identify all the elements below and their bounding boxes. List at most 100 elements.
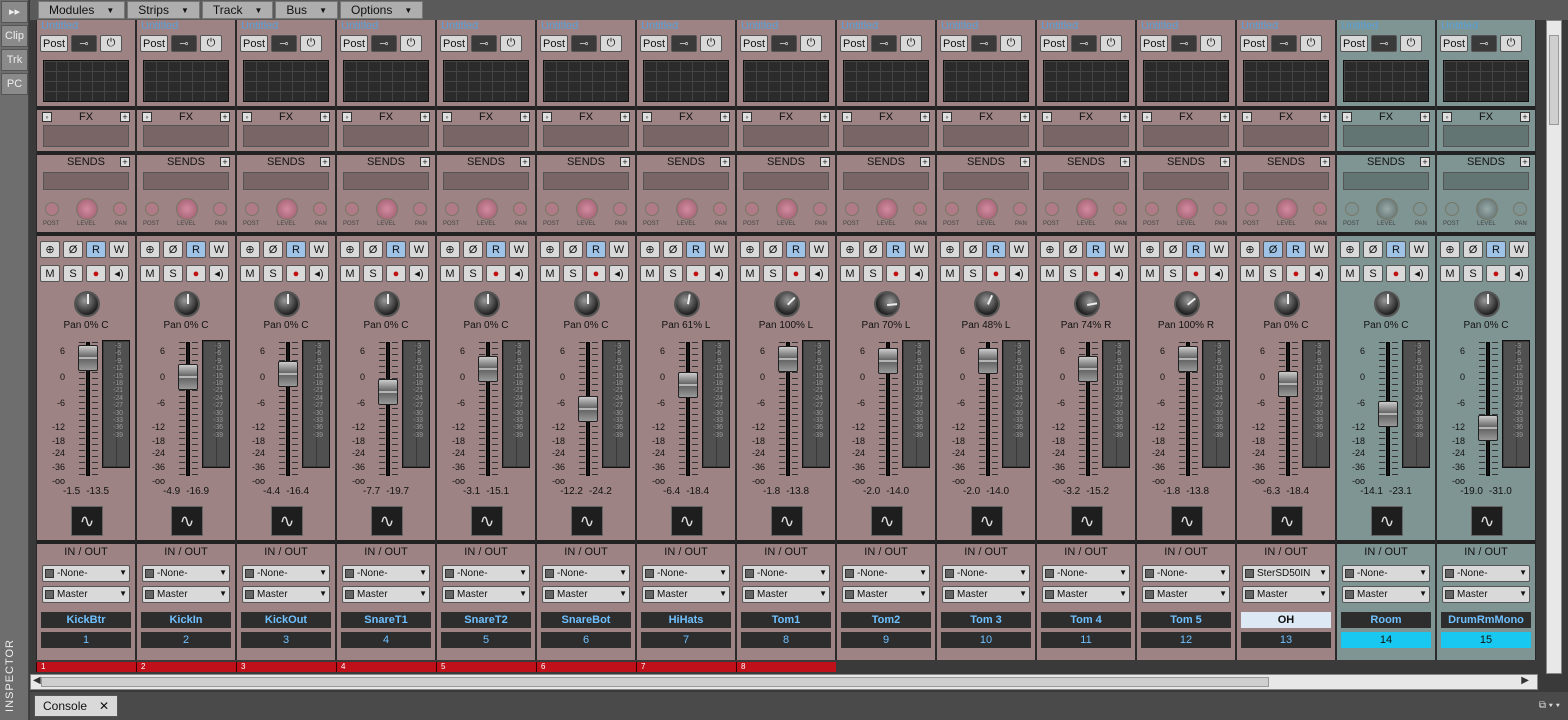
send-slot[interactable]	[143, 172, 229, 190]
record-arm-icon[interactable]: ●	[886, 265, 906, 282]
send-level-knob[interactable]	[776, 198, 798, 220]
write-button[interactable]: W	[1409, 241, 1429, 258]
record-arm-icon[interactable]: ●	[1386, 265, 1406, 282]
post-button[interactable]: Post	[740, 35, 768, 52]
record-arm-icon[interactable]: ●	[86, 265, 106, 282]
send-level-knob[interactable]	[876, 198, 898, 220]
output-select[interactable]: Master ▼	[742, 586, 830, 603]
eq-display[interactable]	[243, 60, 329, 102]
send-pan-knob[interactable]	[413, 202, 427, 216]
post-button[interactable]: Post	[1440, 35, 1468, 52]
waveform-icon[interactable]: ∿	[971, 506, 1003, 536]
output-select[interactable]: Master ▼	[542, 586, 630, 603]
record-region[interactable]: 5	[436, 662, 536, 672]
read-button[interactable]: R	[286, 241, 306, 258]
input-echo-icon[interactable]: ◂)	[909, 265, 929, 282]
phase-button[interactable]: Ø	[1263, 241, 1283, 258]
track-name[interactable]: KickOut	[241, 612, 331, 628]
solo-button[interactable]: S	[263, 265, 283, 282]
power-icon[interactable]: ⏻	[300, 35, 322, 52]
phase-button[interactable]: Ø	[63, 241, 83, 258]
input-echo-icon[interactable]: ◂)	[1309, 265, 1329, 282]
fx-power-icon[interactable]: ◦	[442, 112, 452, 122]
fx-add-icon[interactable]: +	[720, 112, 730, 122]
solo-button[interactable]: S	[163, 265, 183, 282]
input-echo-icon[interactable]: ◂)	[809, 265, 829, 282]
fx-bin[interactable]	[543, 125, 629, 147]
fx-bin[interactable]	[643, 125, 729, 147]
volume-fader[interactable]	[578, 396, 598, 422]
record-region[interactable]: 7	[636, 662, 736, 672]
volume-fader[interactable]	[78, 345, 98, 372]
track-number[interactable]: 7	[641, 632, 731, 648]
sends-add-icon[interactable]: +	[220, 157, 230, 167]
volume-fader[interactable]	[1478, 414, 1498, 441]
solo-button[interactable]: S	[763, 265, 783, 282]
power-icon[interactable]: ⏻	[800, 35, 822, 52]
input-echo-icon[interactable]: ◂)	[1009, 265, 1029, 282]
send-slot[interactable]	[943, 172, 1029, 190]
interleave-icon[interactable]: ⊕	[240, 241, 260, 258]
link-icon[interactable]: ⊸	[1471, 35, 1497, 52]
input-echo-icon[interactable]: ◂)	[109, 265, 129, 282]
menu-track[interactable]: Track ▼	[201, 1, 274, 19]
fx-bin[interactable]	[443, 125, 529, 147]
track-number[interactable]: 11	[1041, 632, 1131, 648]
track-name[interactable]: Tom 4	[1041, 612, 1131, 628]
record-arm-icon[interactable]: ●	[486, 265, 506, 282]
fx-add-icon[interactable]: +	[1020, 112, 1030, 122]
waveform-icon[interactable]: ∿	[171, 506, 203, 536]
fx-bin[interactable]	[743, 125, 829, 147]
fx-bin[interactable]	[43, 125, 129, 147]
send-post-knob[interactable]	[445, 202, 459, 216]
eq-display[interactable]	[1443, 60, 1529, 102]
mute-button[interactable]: M	[1340, 265, 1360, 282]
send-slot[interactable]	[843, 172, 929, 190]
send-slot[interactable]	[1043, 172, 1129, 190]
window-controls-icon[interactable]: ⧉ ▾ ▾	[1539, 700, 1560, 711]
send-pan-knob[interactable]	[213, 202, 227, 216]
send-post-knob[interactable]	[645, 202, 659, 216]
phase-button[interactable]: Ø	[1363, 241, 1383, 258]
input-select[interactable]: -None- ▼	[942, 565, 1030, 582]
interleave-icon[interactable]: ⊕	[740, 241, 760, 258]
write-button[interactable]: W	[409, 241, 429, 258]
fx-bin[interactable]	[1443, 125, 1529, 147]
post-button[interactable]: Post	[540, 35, 568, 52]
send-post-knob[interactable]	[1245, 202, 1259, 216]
waveform-icon[interactable]: ∿	[1471, 506, 1503, 536]
power-icon[interactable]: ⏻	[1200, 35, 1222, 52]
input-select[interactable]: -None- ▼	[1042, 565, 1130, 582]
power-icon[interactable]: ⏻	[900, 35, 922, 52]
waveform-icon[interactable]: ∿	[1271, 506, 1303, 536]
send-level-knob[interactable]	[576, 198, 598, 220]
post-button[interactable]: Post	[240, 35, 268, 52]
power-icon[interactable]: ⏻	[200, 35, 222, 52]
track-name[interactable]: SnareT2	[441, 612, 531, 628]
volume-fader[interactable]	[778, 346, 798, 373]
track-number[interactable]: 5	[441, 632, 531, 648]
output-select[interactable]: Master ▼	[1242, 586, 1330, 603]
send-level-knob[interactable]	[476, 198, 498, 220]
send-pan-knob[interactable]	[1013, 202, 1027, 216]
track-number[interactable]: 15	[1441, 632, 1531, 648]
track-name[interactable]: Tom 3	[941, 612, 1031, 628]
link-icon[interactable]: ⊸	[971, 35, 997, 52]
volume-fader[interactable]	[478, 355, 498, 382]
send-post-knob[interactable]	[945, 202, 959, 216]
output-select[interactable]: Master ▼	[1042, 586, 1130, 603]
mute-button[interactable]: M	[40, 265, 60, 282]
fx-bin[interactable]	[843, 125, 929, 147]
track-name[interactable]: Tom1	[741, 612, 831, 628]
phase-button[interactable]: Ø	[363, 241, 383, 258]
solo-button[interactable]: S	[1163, 265, 1183, 282]
input-echo-icon[interactable]: ◂)	[509, 265, 529, 282]
send-slot[interactable]	[543, 172, 629, 190]
solo-button[interactable]: S	[663, 265, 683, 282]
interleave-icon[interactable]: ⊕	[1140, 241, 1160, 258]
sends-add-icon[interactable]: +	[320, 157, 330, 167]
input-echo-icon[interactable]: ◂)	[709, 265, 729, 282]
sends-add-icon[interactable]: +	[1120, 157, 1130, 167]
send-slot[interactable]	[743, 172, 829, 190]
eq-display[interactable]	[643, 60, 729, 102]
